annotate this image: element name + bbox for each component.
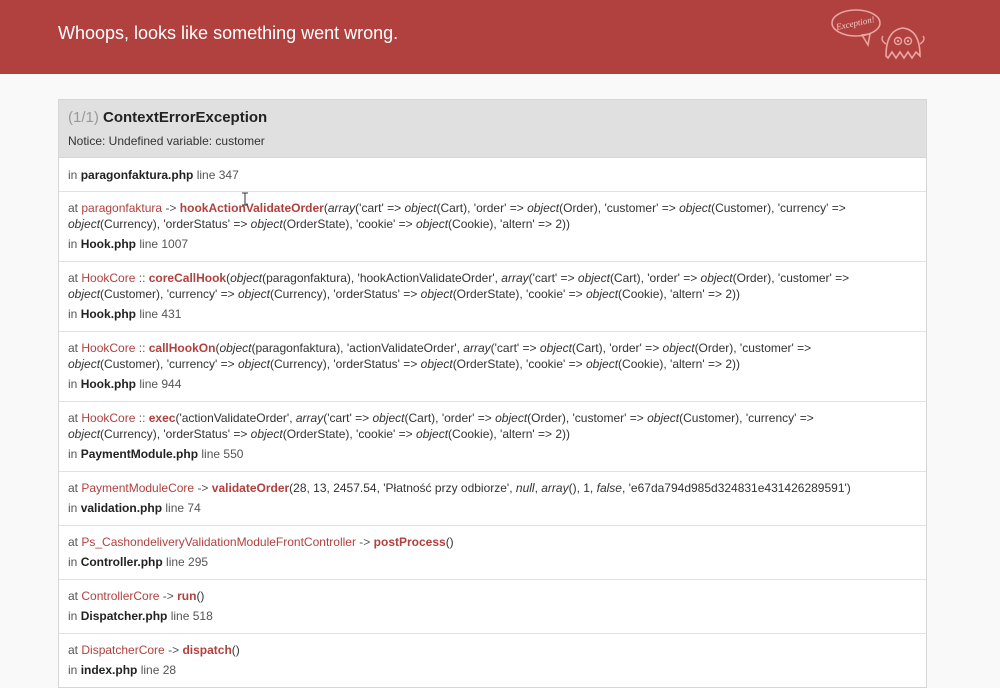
trace-location: in index.php line 28 (68, 662, 904, 678)
trace-function: coreCallHook (148, 271, 227, 285)
trace-function: validateOrder (211, 481, 290, 495)
trace-frame: at ControllerCore -> run() in Dispatcher.… (59, 579, 926, 633)
exception-class: ContextErrorException (103, 109, 268, 126)
trace-call: at paragonfaktura -> hookActionValidateO… (68, 200, 904, 232)
trace-call-type: :: (138, 411, 146, 425)
trace-call: at Ps_CashondeliveryValidationModuleFron… (68, 534, 904, 550)
logo-text: Exception! (834, 14, 875, 32)
trace-frame: at Ps_CashondeliveryValidationModuleFron… (59, 525, 926, 579)
trace-call: at PaymentModuleCore -> validateOrder(28… (68, 480, 904, 496)
trace-args: () (231, 643, 240, 657)
at-label: at (68, 341, 79, 355)
trace-function: run (177, 589, 197, 603)
trace-call-type: :: (138, 271, 146, 285)
trace-file: Hook.php (80, 377, 137, 391)
trace-frame: at paragonfaktura -> hookActionValidateO… (59, 191, 926, 261)
trace-frame: in paragonfaktura.php line 347 (59, 158, 926, 191)
at-label: at (68, 589, 79, 603)
trace-line: line 944 (139, 377, 182, 391)
at-label: at (68, 481, 79, 495)
trace-class: PaymentModuleCore (81, 481, 195, 495)
trace-frame: at HookCore :: coreCallHook(object(parag… (59, 261, 926, 331)
trace-frame: at HookCore :: exec('actionValidateOrder… (59, 401, 926, 471)
at-label: at (68, 201, 79, 215)
trace-frame: at HookCore :: callHookOn(object(paragon… (59, 331, 926, 401)
exception-count: (1/1) (68, 109, 99, 126)
trace-file: Hook.php (80, 237, 137, 251)
trace-call-type: -> (168, 643, 180, 657)
trace-location: in validation.php line 74 (68, 500, 904, 516)
trace-line: line 295 (166, 555, 209, 569)
trace-class: Ps_CashondeliveryValidationModuleFrontCo… (81, 535, 356, 549)
trace-args: (28, 13, 2457.54, 'Płatność przy odbiorz… (289, 481, 851, 495)
trace-args: ('actionValidateOrder', array('cart' => … (68, 411, 814, 441)
trace-file: Hook.php (80, 307, 137, 321)
trace-class: DispatcherCore (81, 643, 165, 657)
trace-frame: at PaymentModuleCore -> validateOrder(28… (59, 471, 926, 525)
trace-call-type: -> (197, 481, 209, 495)
trace-call: at ControllerCore -> run() (68, 588, 904, 604)
in-label: in (68, 555, 78, 569)
trace-line: line 431 (139, 307, 182, 321)
trace-location: in PaymentModule.php line 550 (68, 446, 904, 462)
trace-call: at HookCore :: coreCallHook(object(parag… (68, 270, 904, 302)
trace-call: at DispatcherCore -> dispatch() (68, 642, 904, 658)
exception-header: (1/1) ContextErrorException Notice: Unde… (59, 100, 926, 158)
in-label: in (68, 447, 78, 461)
trace-frame: at DispatcherCore -> dispatch() in index.… (59, 633, 926, 687)
trace-class: HookCore (81, 411, 136, 425)
trace-line: line 347 (196, 168, 239, 182)
in-label: in (68, 237, 78, 251)
trace-location: in Hook.php line 431 (68, 306, 904, 322)
trace-location: in Controller.php line 295 (68, 554, 904, 570)
trace-call-type: -> (359, 535, 371, 549)
trace-function: callHookOn (148, 341, 216, 355)
exception-title: (1/1) ContextErrorException (68, 109, 267, 126)
trace-location: in paragonfaktura.php line 347 (68, 167, 904, 183)
trace-line: line 518 (170, 609, 213, 623)
trace-file: paragonfaktura.php (80, 168, 194, 182)
page-title: Whoops, looks like something went wrong. (58, 23, 399, 43)
at-label: at (68, 535, 79, 549)
trace-file: Dispatcher.php (80, 609, 168, 623)
trace-file: validation.php (80, 501, 163, 515)
trace-line: line 74 (165, 501, 201, 515)
trace-location: in Dispatcher.php line 518 (68, 608, 904, 624)
in-label: in (68, 377, 78, 391)
trace-args: () (445, 535, 454, 549)
trace-file: Controller.php (80, 555, 163, 569)
ghost-logo-icon: Exception! (831, 9, 925, 60)
in-label: in (68, 609, 78, 623)
trace-call-type: :: (138, 341, 146, 355)
trace-class: HookCore (81, 341, 136, 355)
trace-class: ControllerCore (81, 589, 160, 603)
in-label: in (68, 501, 78, 515)
at-label: at (68, 411, 79, 425)
text-cursor-icon (242, 192, 248, 206)
trace-args: () (196, 589, 205, 603)
trace-file: PaymentModule.php (80, 447, 199, 461)
trace-class: paragonfaktura (81, 201, 163, 215)
at-label: at (68, 643, 79, 657)
trace-location: in Hook.php line 1007 (68, 236, 904, 252)
trace-function: dispatch (182, 643, 232, 657)
in-label: in (68, 307, 78, 321)
trace-call-type: -> (162, 589, 174, 603)
at-label: at (68, 271, 79, 285)
exception-message: Notice: Undefined variable: customer (68, 134, 265, 148)
trace-location: in Hook.php line 944 (68, 376, 904, 392)
exception-panel: (1/1) ContextErrorException Notice: Unde… (58, 99, 927, 688)
error-header: Whoops, looks like something went wrong.… (0, 0, 1000, 74)
trace-call-type: -> (165, 201, 177, 215)
trace-function: exec (148, 411, 176, 425)
stack-trace: in paragonfaktura.php line 347 at paragon… (59, 158, 926, 687)
trace-function: postProcess (373, 535, 446, 549)
trace-function: hookActionValidateOrder (179, 201, 324, 215)
trace-class: HookCore (81, 271, 136, 285)
trace-call: at HookCore :: callHookOn(object(paragon… (68, 340, 904, 372)
trace-line: line 1007 (139, 237, 189, 251)
trace-call: at HookCore :: exec('actionValidateOrder… (68, 410, 904, 442)
trace-line: line 550 (201, 447, 244, 461)
in-label: in (68, 168, 78, 182)
